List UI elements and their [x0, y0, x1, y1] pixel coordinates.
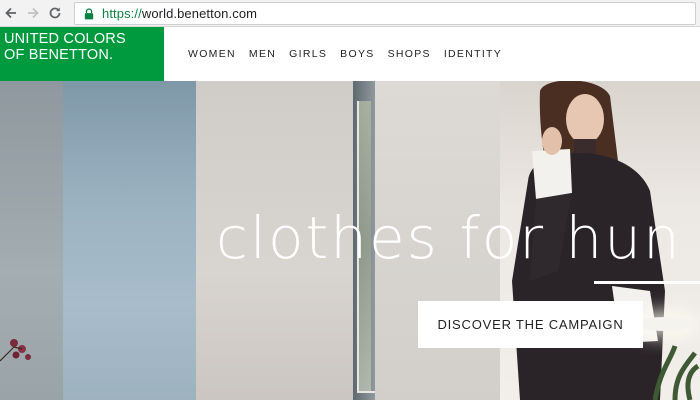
address-bar[interactable]: https://world.benetton.com	[74, 2, 696, 25]
hero-banner: clothes for hun DISCOVER THE CAMPAIGN	[0, 81, 700, 400]
url-host: world.benetton.com	[141, 6, 258, 21]
plant	[652, 345, 700, 400]
logo-text-line-1: UNITED COLORS	[4, 31, 126, 47]
hero-headline: clothes for hun	[216, 204, 682, 272]
browser-toolbar: https://world.benetton.com	[0, 0, 700, 27]
url-scheme: https://	[102, 6, 142, 21]
discover-campaign-button[interactable]: DISCOVER THE CAMPAIGN	[418, 301, 643, 348]
back-arrow-icon[interactable]	[0, 2, 22, 24]
nav-shops[interactable]: SHOPS	[388, 48, 431, 60]
nav-women[interactable]: WOMEN	[188, 48, 236, 60]
floor-lamp	[636, 317, 694, 331]
nav-identity[interactable]: IDENTITY	[444, 48, 502, 60]
logo-text-line-2: OF BENETTON.	[4, 47, 114, 63]
headline-underline	[594, 281, 700, 284]
nav-boys[interactable]: BOYS	[340, 48, 374, 60]
nav-men[interactable]: MEN	[249, 48, 276, 60]
url-text: https://world.benetton.com	[102, 6, 257, 21]
hero-bg-panel	[63, 81, 196, 400]
site-header: UNITED COLORS OF BENETTON. WOMEN MEN GIR…	[0, 27, 700, 81]
forward-arrow-icon[interactable]	[22, 2, 44, 24]
main-nav: WOMEN MEN GIRLS BOYS SHOPS IDENTITY	[188, 27, 515, 81]
flowers	[0, 339, 31, 362]
reload-icon[interactable]	[44, 2, 66, 24]
benetton-logo[interactable]: UNITED COLORS OF BENETTON.	[0, 27, 164, 81]
lock-icon	[82, 7, 96, 21]
nav-girls[interactable]: GIRLS	[289, 48, 327, 60]
